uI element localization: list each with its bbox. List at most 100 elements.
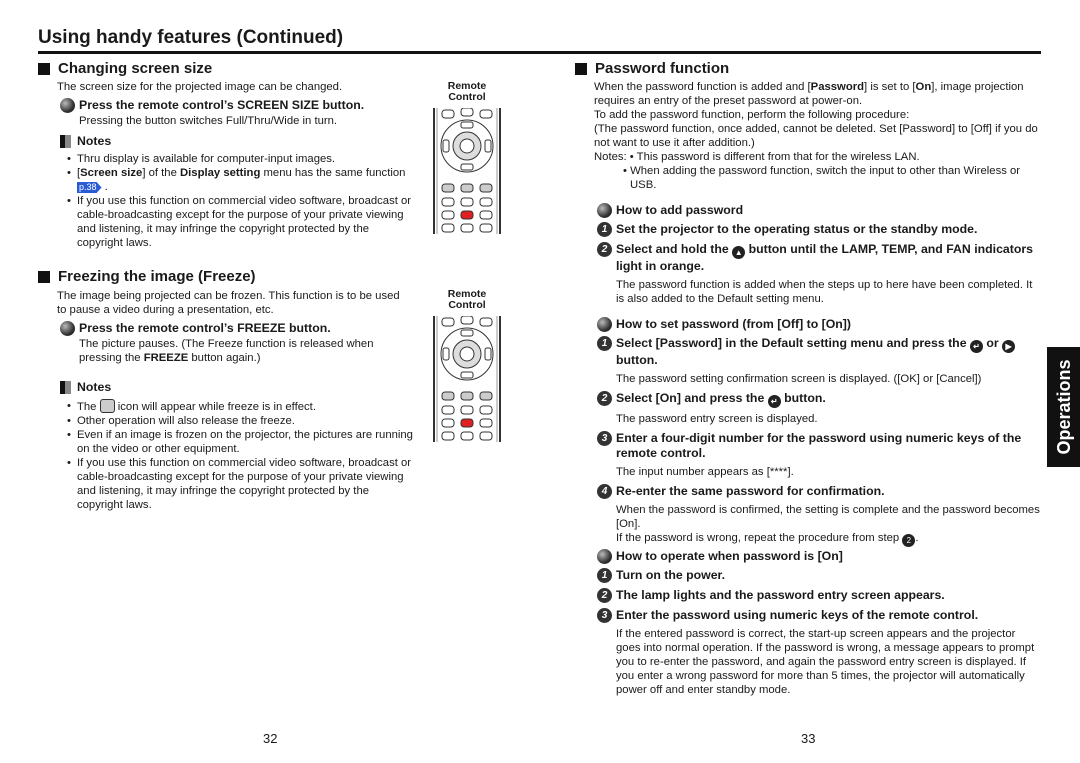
remote-label: Remote Control [447, 80, 487, 103]
operations-side-tab: Operations [1047, 347, 1080, 467]
step-3: 3 Enter the password using numeric keys o… [597, 608, 1041, 623]
text-run: ] of the [142, 167, 180, 179]
text-run: (The password function, once added, cann… [594, 123, 1038, 149]
procedure-title: How to operate when password is [On] [597, 549, 1041, 564]
notes-heading: Notes [60, 134, 111, 148]
intro-note: • When adding the password function, swi… [623, 165, 1021, 191]
page-number-left: 32 [263, 731, 278, 746]
notes-icon [60, 380, 71, 394]
password-intro: When the password function is added and … [594, 80, 1039, 192]
side-tab-label: Operations [1053, 359, 1074, 455]
step-detail: The picture pauses. (The Freeze function… [79, 337, 389, 365]
text-run: menu has the same function [260, 167, 406, 179]
text-run: FREEZE [143, 352, 189, 364]
page-ref-link[interactable]: p.38 [77, 182, 102, 193]
step-bullet-icon [60, 321, 75, 336]
heading-text: Freezing the image (Freeze) [58, 268, 256, 285]
procedure-operate: How to operate when password is [On] 1 Tur… [597, 549, 1041, 697]
step-detail: The password function is added when the … [616, 279, 1033, 305]
up-button-icon: ▲ [732, 246, 746, 259]
title-rule [38, 51, 1041, 54]
text-run: . [915, 532, 919, 544]
text-run: button. [616, 353, 658, 367]
text-run: or [982, 336, 1003, 350]
step-3: 3 Enter a four-digit number for the passw… [597, 431, 1041, 461]
square-bullet-icon [38, 63, 50, 75]
title-text: How to add password [616, 203, 744, 217]
step-1: 1 Turn on the power. [597, 568, 1041, 583]
step-screen-size: Press the remote control’s SCREEN SIZE b… [60, 98, 365, 113]
text-run: Select [Password] in the Default setting… [616, 336, 970, 350]
step-number-icon: 1 [597, 568, 612, 583]
section-heading-password: Password function [575, 60, 729, 78]
square-bullet-icon [38, 271, 50, 283]
step-2: 2 The lamp lights and the password entry … [597, 588, 1041, 603]
procedure-title: How to add password [597, 203, 1041, 218]
step-number-icon: 2 [597, 391, 612, 406]
step-number-icon: 4 [597, 484, 612, 499]
note-item: Thru display is available for computer-i… [67, 152, 417, 166]
right-button-icon: ▶ [1002, 340, 1016, 353]
step-text: Press the remote control’s FREEZE button… [79, 321, 331, 335]
step-detail: The input number appears as [****]. [616, 466, 794, 478]
step-detail: If the entered password is correct, the … [616, 628, 1035, 696]
text-run: Thru display is available for computer-i… [77, 153, 336, 165]
notes-list: The icon will appear while freeze is in … [67, 399, 417, 512]
page-title: Using handy features (Continued) [38, 27, 344, 48]
section-heading-screen-size: Changing screen size [38, 60, 212, 78]
notes-label: Notes [77, 134, 112, 148]
text-run: Enter the password using numeric keys of… [616, 608, 979, 622]
note-item: If you use this function on commercial v… [67, 194, 417, 250]
intro-paragraph: Notes: • This password is different from… [594, 150, 1039, 164]
procedure-title: How to set password (from [Off] to [On]) [597, 317, 1041, 332]
note-item: If you use this function on commercial v… [67, 456, 417, 512]
procedure-add: How to add password 1 Set the projector to… [597, 203, 1041, 306]
step-number-icon: 3 [597, 431, 612, 446]
notes-heading: Notes [60, 380, 111, 394]
step-number-icon: 2 [597, 588, 612, 603]
text-run: Other operation will also release the fr… [77, 415, 295, 427]
text-run: Select and hold the [616, 242, 733, 256]
step-2: 2 Select [On] and press the ↵ button. [597, 391, 1041, 408]
step-detail: When the password is confirmed, the sett… [616, 504, 1040, 530]
step-text: Press the remote control’s SCREEN SIZE b… [79, 98, 365, 112]
intro-paragraph: (The password function, once added, cann… [594, 122, 1039, 150]
note-item: The icon will appear while freeze is in … [67, 399, 417, 414]
page-number-right: 33 [801, 731, 816, 746]
section-bullet-icon [597, 203, 612, 218]
text-run: button. [780, 391, 826, 405]
notes-list: Thru display is available for computer-i… [67, 152, 417, 250]
remote-control-image [432, 315, 502, 446]
notes-icon [60, 134, 71, 148]
intro-text: The screen size for the projected image … [57, 81, 343, 93]
enter-button-icon: ↵ [767, 395, 781, 408]
text-run: When the password function is added and … [594, 81, 811, 93]
intro-text: The image being projected can be frozen.… [57, 290, 400, 316]
text-run: Notes: • This password is different from… [594, 151, 920, 163]
step-number-icon: 1 [597, 336, 612, 351]
step2-button-icon: 2 [902, 534, 916, 547]
text-run: button again.) [188, 352, 261, 364]
text-run: Screen size [80, 167, 143, 179]
step-number-icon: 1 [597, 222, 612, 237]
step-1: 1 Set the projector to the operating stat… [597, 222, 1041, 237]
step-detail: The password setting confirmation screen… [616, 373, 982, 385]
text-run: Turn on the power. [616, 568, 726, 582]
text-run: ] is set to [ [864, 81, 916, 93]
text-run: To add the password function, perform th… [594, 109, 910, 121]
text-run: . [101, 181, 108, 193]
text-run: Select [On] and press the [616, 391, 768, 405]
text-run: Re-enter the same password for confirmat… [616, 484, 885, 498]
text-run: If the password is wrong, repeat the pro… [616, 532, 903, 544]
remote-svg [433, 315, 501, 442]
step-number-icon: 2 [597, 242, 612, 257]
text-run: Set the projector to the operating statu… [616, 222, 978, 236]
procedure-set: How to set password (from [Off] to [On])… [597, 317, 1041, 547]
note-item: Other operation will also release the fr… [67, 414, 417, 428]
step-detail: The password entry screen is displayed. [616, 413, 818, 425]
step-number-icon: 3 [597, 608, 612, 623]
step-detail: If the password is wrong, repeat the pro… [616, 531, 1041, 547]
text-run: The lamp lights and the password entry s… [616, 588, 945, 602]
heading-text: Password function [595, 60, 730, 77]
step-4: 4 Re-enter the same password for confirma… [597, 484, 1041, 499]
